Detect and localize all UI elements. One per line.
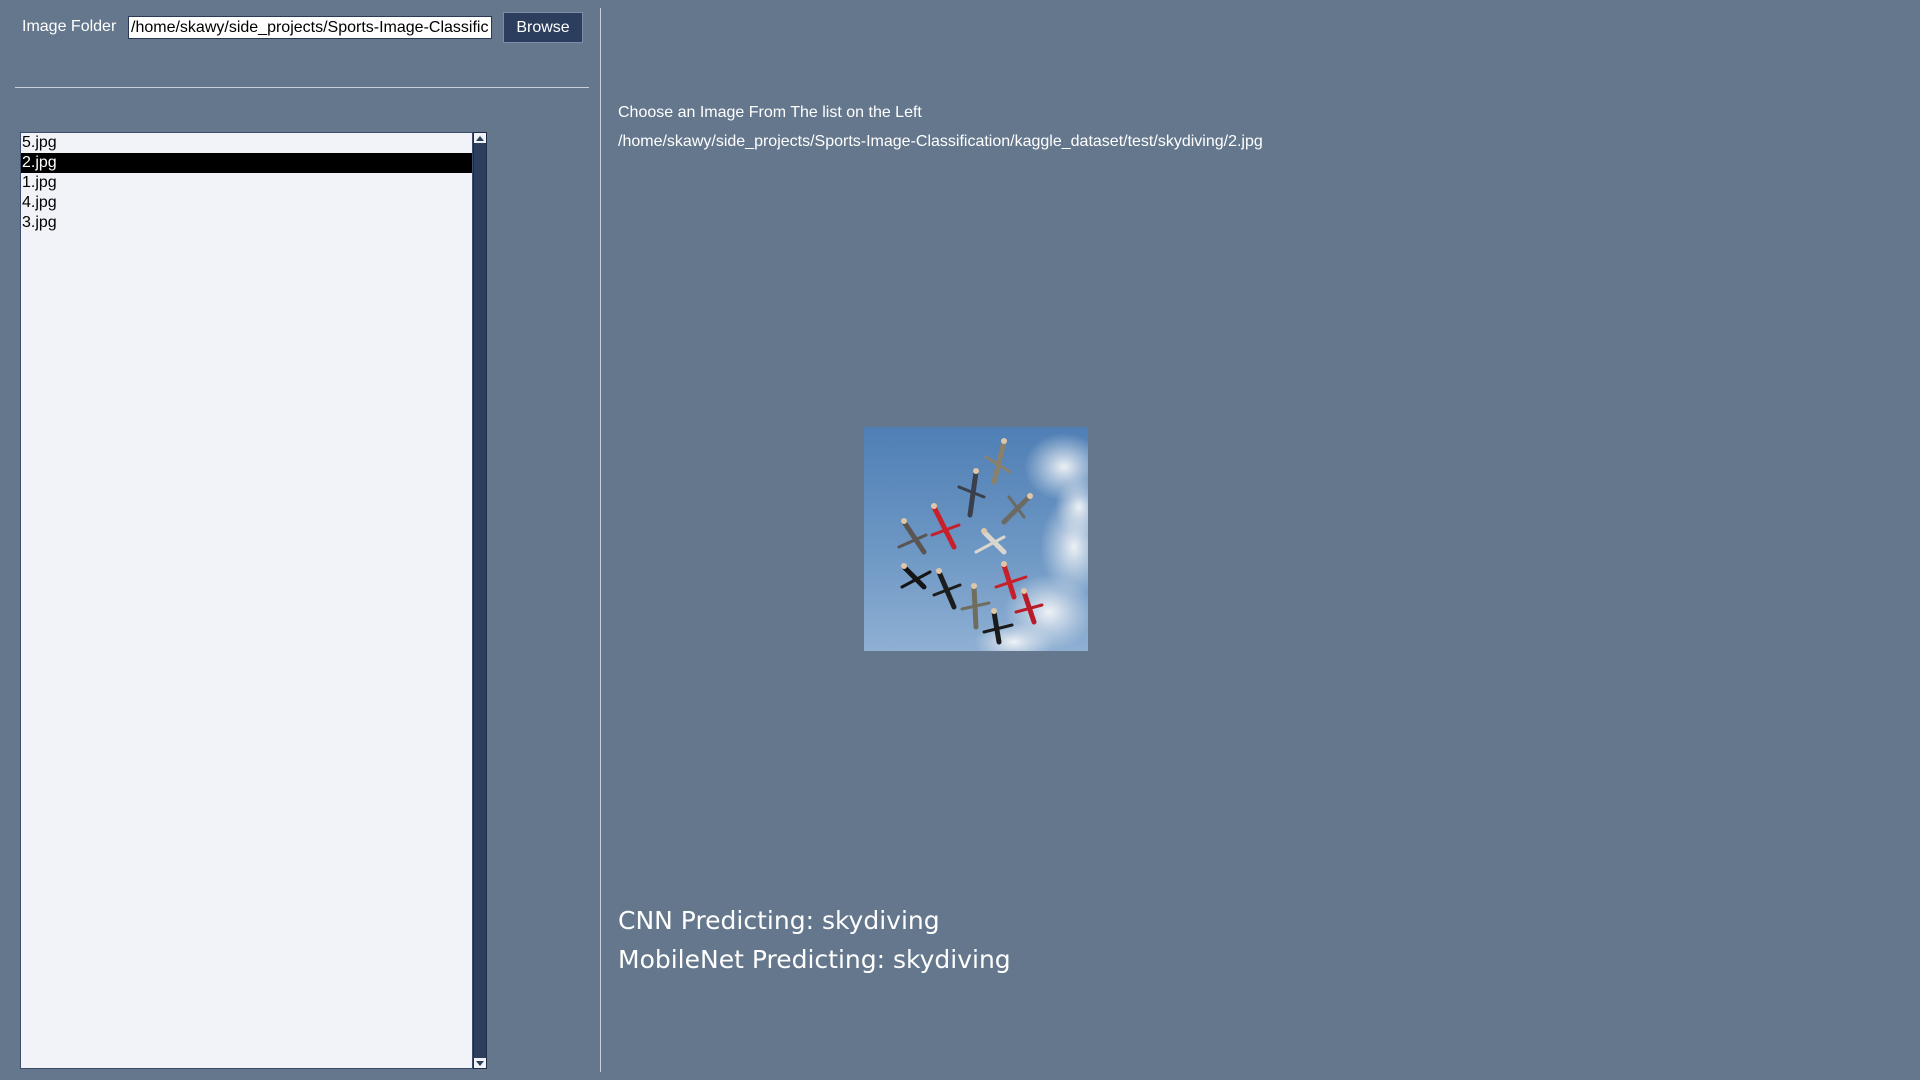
image-folder-label: Image Folder	[22, 18, 117, 35]
horizontal-separator	[15, 87, 589, 88]
list-item[interactable]: 4.jpg	[21, 193, 472, 213]
skydiving-photo	[864, 427, 1088, 651]
browse-button[interactable]: Browse	[503, 12, 583, 43]
app-window: Image Folder Browse 5.jpg 2.jpg 1.jpg 4.…	[0, 0, 1920, 1080]
scroll-up-arrow-icon[interactable]	[474, 133, 486, 143]
scroll-down-arrow-icon[interactable]	[474, 1058, 486, 1068]
instruction-text: Choose an Image From The list on the Lef…	[618, 104, 922, 121]
file-list-scrollbar[interactable]	[473, 132, 487, 1069]
image-preview	[864, 427, 1088, 651]
list-item[interactable]: 1.jpg	[21, 173, 472, 193]
image-folder-input[interactable]	[128, 16, 492, 39]
list-item-selected[interactable]: 2.jpg	[21, 153, 472, 173]
list-item[interactable]: 3.jpg	[21, 213, 472, 233]
mobilenet-prediction-text: MobileNet Predicting: skydiving	[618, 945, 1011, 974]
cnn-prediction-text: CNN Predicting: skydiving	[618, 906, 940, 935]
selected-image-path: /home/skawy/side_projects/Sports-Image-C…	[618, 133, 1263, 150]
list-item[interactable]: 5.jpg	[21, 133, 472, 153]
file-listbox[interactable]: 5.jpg 2.jpg 1.jpg 4.jpg 3.jpg	[20, 132, 473, 1069]
vertical-separator	[600, 8, 601, 1072]
